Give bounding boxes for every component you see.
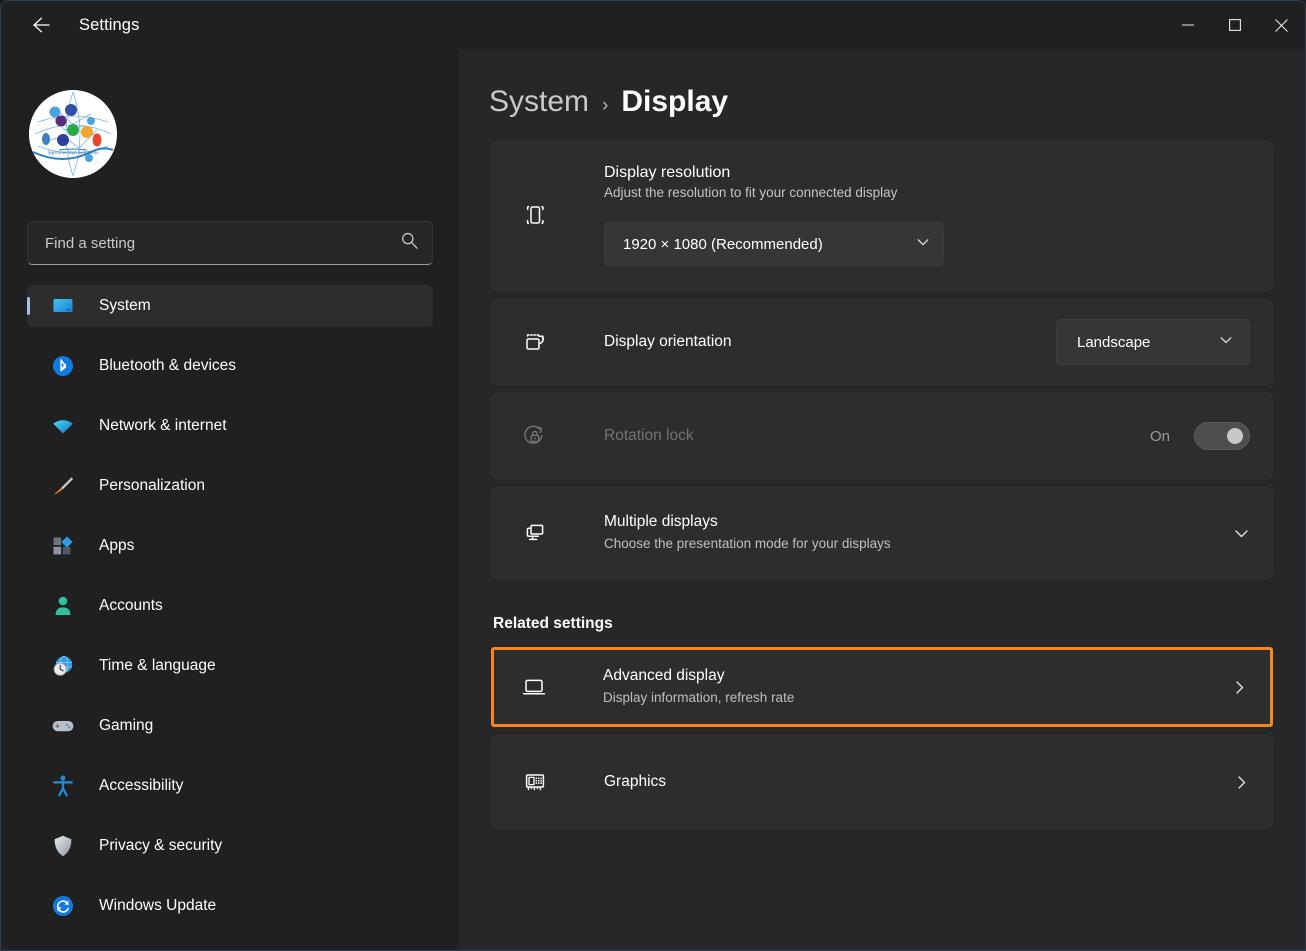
search-container (27, 221, 433, 265)
orientation-dropdown-value: Landscape (1077, 333, 1151, 351)
close-button[interactable] (1258, 1, 1305, 49)
resolution-dropdown-value: 1920 × 1080 (Recommended) (623, 235, 823, 253)
display-orientation-card: Display orientation Landscape (491, 299, 1273, 385)
sidebar-item-system[interactable]: System (27, 285, 433, 327)
bluetooth-icon (51, 354, 75, 378)
breadcrumb-separator-icon: › (602, 95, 609, 116)
arrow-left-icon (33, 17, 50, 33)
sidebar-item-accessibility[interactable]: Accessibility (27, 765, 433, 807)
paintbrush-icon (51, 474, 75, 498)
advanced-display-subtitle: Display information, refresh rate (603, 690, 795, 706)
main-content: System › Display Display resolution Adju… (459, 49, 1305, 950)
advanced-display-card[interactable]: Advanced display Display information, re… (491, 647, 1273, 727)
multiple-displays-icon (518, 518, 552, 548)
minimize-button[interactable] (1164, 1, 1211, 49)
chevron-right-icon[interactable] (1233, 774, 1250, 791)
multiple-displays-card[interactable]: Multiple displays Choose the presentatio… (491, 487, 1273, 579)
sidebar-item-label: Time & language (99, 657, 216, 674)
wifi-icon (51, 414, 75, 438)
laptop-display-icon (517, 672, 551, 702)
avatar[interactable]: Supreme Web Solutions (29, 90, 117, 178)
multiple-displays-title: Multiple displays (604, 513, 718, 531)
sidebar-item-gaming[interactable]: Gaming (27, 705, 433, 747)
toggle-knob (1227, 428, 1243, 444)
sidebar-item-label: System (99, 297, 151, 314)
shield-icon (51, 834, 75, 858)
maximize-button[interactable] (1211, 1, 1258, 49)
graphics-card-icon (518, 767, 552, 797)
rotation-lock-icon (518, 421, 552, 451)
svg-text:Supreme Web Solutions: Supreme Web Solutions (48, 150, 99, 156)
resolution-brackets-icon (518, 164, 552, 266)
sidebar-item-label: Personalization (99, 477, 205, 494)
orientation-rotate-icon (518, 327, 552, 357)
minimize-icon (1181, 24, 1194, 26)
rotation-lock-toggle[interactable] (1194, 422, 1250, 450)
rotation-lock-toggle-group: On (1150, 422, 1250, 450)
settings-list: Display resolution Adjust the resolution… (459, 141, 1305, 829)
sidebar-nav: System Bluetooth & devices Network & int… (21, 285, 439, 927)
breadcrumb-parent[interactable]: System (489, 85, 589, 119)
clock-globe-icon (51, 654, 75, 678)
sidebar-item-accounts[interactable]: Accounts (27, 585, 433, 627)
close-icon (1275, 18, 1288, 32)
resolution-dropdown[interactable]: 1920 × 1080 (Recommended) (604, 222, 944, 266)
monitor-icon (51, 294, 75, 318)
chevron-right-icon[interactable] (1231, 679, 1248, 696)
sidebar-item-time-language[interactable]: Time & language (27, 645, 433, 687)
window-controls (1164, 1, 1305, 49)
sidebar-item-apps[interactable]: Apps (27, 525, 433, 567)
accessibility-person-icon (51, 774, 75, 798)
sidebar-item-windows-update[interactable]: Windows Update (27, 885, 433, 927)
app-title: Settings (79, 15, 140, 34)
sidebar-item-network-internet[interactable]: Network & internet (27, 405, 433, 447)
sidebar-item-label: Accounts (99, 597, 163, 614)
search-input[interactable] (27, 221, 433, 265)
refresh-circle-icon (51, 894, 75, 918)
display-orientation-title: Display orientation (604, 332, 732, 350)
sidebar-item-label: Bluetooth & devices (99, 357, 237, 374)
sidebar: Supreme Web Solutions Find a setting Sys… (1, 49, 459, 950)
sidebar-item-label: Privacy & security (99, 837, 223, 854)
sidebar-item-label: Gaming (99, 717, 154, 734)
orientation-dropdown[interactable]: Landscape (1056, 319, 1250, 365)
chevron-down-icon (916, 235, 930, 253)
display-resolution-subtitle: Adjust the resolution to fit your connec… (604, 185, 898, 200)
sidebar-item-label: Apps (99, 537, 135, 554)
apps-grid-icon (51, 534, 75, 558)
sidebar-item-bluetooth-devices[interactable]: Bluetooth & devices (27, 345, 433, 387)
gamepad-icon (51, 714, 75, 738)
display-resolution-card: Display resolution Adjust the resolution… (491, 141, 1273, 291)
back-button[interactable] (21, 9, 61, 41)
rotation-lock-title: Rotation lock (604, 426, 694, 444)
maximize-icon (1228, 19, 1241, 31)
page-title: Display (621, 85, 729, 118)
related-settings-heading: Related settings (493, 615, 613, 632)
graphics-card[interactable]: Graphics (491, 735, 1273, 829)
sidebar-item-label: Network & internet (99, 417, 227, 434)
chevron-down-icon[interactable] (1233, 525, 1250, 542)
sidebar-item-privacy-security[interactable]: Privacy & security (27, 825, 433, 867)
display-resolution-title: Display resolution (604, 164, 731, 181)
sidebar-item-label: Windows Update (99, 897, 217, 914)
breadcrumb: System › Display (459, 49, 1305, 119)
rotation-lock-state-label: On (1149, 427, 1170, 445)
title-bar: Settings (1, 1, 1305, 49)
network-globe-logo-icon: Supreme Web Solutions (29, 90, 117, 178)
sidebar-item-personalization[interactable]: Personalization (27, 465, 433, 507)
multiple-displays-subtitle: Choose the presentation mode for your di… (604, 536, 891, 552)
rotation-lock-card: Rotation lock On (491, 393, 1273, 479)
person-icon (51, 594, 75, 618)
settings-window: Settings Supreme Web Solutions Find a se… (0, 0, 1306, 951)
advanced-display-title: Advanced display (603, 667, 725, 685)
chevron-down-icon (1219, 333, 1233, 351)
sidebar-item-label: Accessibility (99, 777, 184, 794)
graphics-title: Graphics (604, 772, 667, 790)
